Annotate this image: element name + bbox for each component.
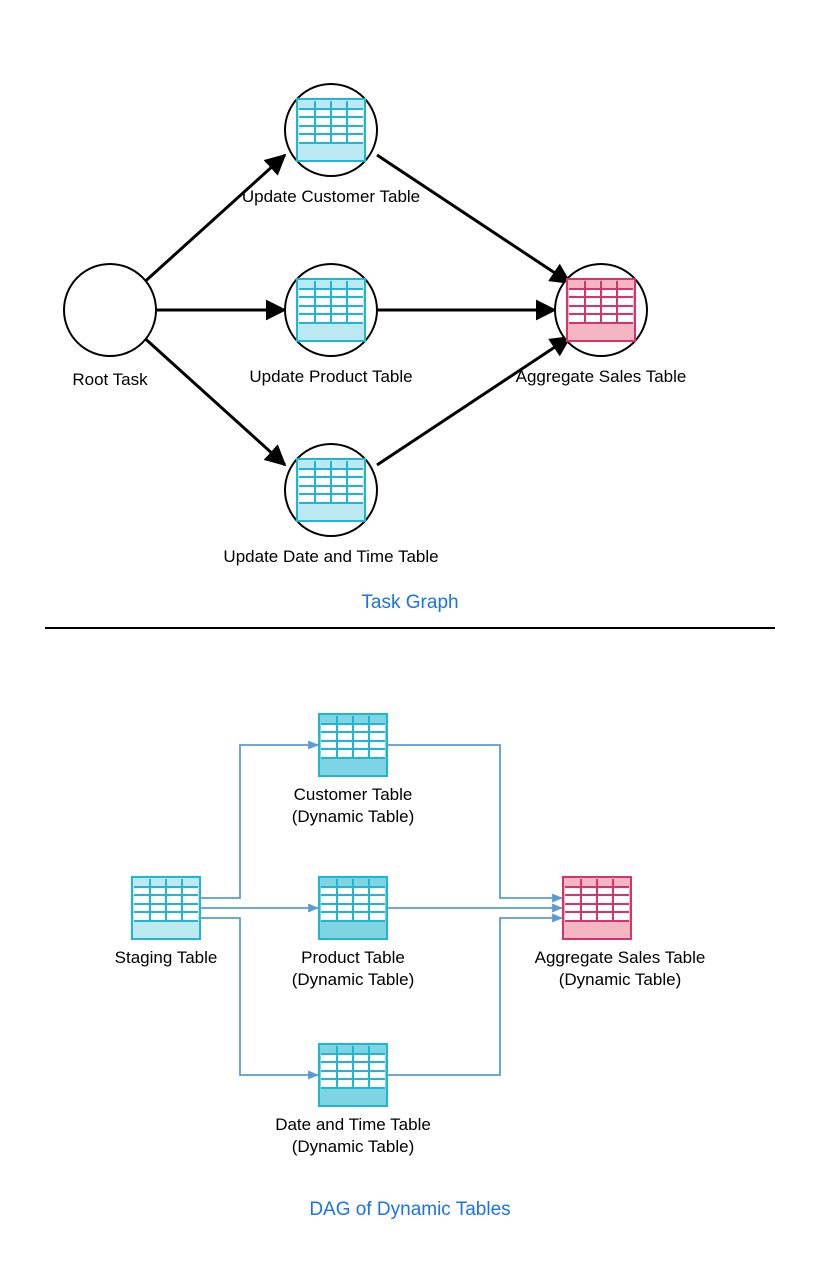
customer-label-1: Customer Table bbox=[294, 785, 413, 804]
table-icon bbox=[319, 1044, 387, 1106]
product-label-2: (Dynamic Table) bbox=[292, 970, 415, 989]
edge-customer-agg bbox=[377, 155, 570, 283]
diagram-canvas: Root Task Update Customer Table Update P… bbox=[0, 0, 821, 1265]
update-datetime-label: Update Date and Time Table bbox=[223, 547, 438, 566]
dag-title: DAG of Dynamic Tables bbox=[309, 1199, 510, 1220]
table-icon bbox=[297, 279, 365, 341]
node-staging-table: Staging Table bbox=[115, 877, 218, 967]
dag-section: Staging Table Customer Table (Dynamic Ta… bbox=[115, 714, 706, 1220]
task-graph-title: Task Graph bbox=[361, 592, 458, 613]
root-task-circle bbox=[64, 264, 156, 356]
datetime-label-2: (Dynamic Table) bbox=[292, 1137, 415, 1156]
node-customer-dynamic: Customer Table (Dynamic Table) bbox=[292, 714, 415, 826]
datetime-label-1: Date and Time Table bbox=[275, 1115, 431, 1134]
node-aggregate-dynamic: Aggregate Sales Table (Dynamic Table) bbox=[535, 877, 706, 989]
edge-root-customer bbox=[140, 155, 285, 286]
table-icon bbox=[563, 877, 631, 939]
edge-datetime-agg bbox=[388, 918, 562, 1075]
table-icon bbox=[319, 877, 387, 939]
node-root-task: Root Task bbox=[64, 264, 156, 389]
edge-root-datetime bbox=[140, 334, 285, 465]
staging-label: Staging Table bbox=[115, 948, 218, 967]
edge-staging-datetime bbox=[200, 918, 318, 1075]
table-icon bbox=[297, 459, 365, 521]
table-icon bbox=[319, 714, 387, 776]
edge-datetime-agg bbox=[377, 337, 570, 465]
customer-label-2: (Dynamic Table) bbox=[292, 807, 415, 826]
agg-label-1: Aggregate Sales Table bbox=[535, 948, 706, 967]
node-product-dynamic: Product Table (Dynamic Table) bbox=[292, 877, 415, 989]
node-update-datetime: Update Date and Time Table bbox=[223, 444, 438, 566]
table-icon bbox=[297, 99, 365, 161]
update-product-label: Update Product Table bbox=[249, 367, 412, 386]
table-icon bbox=[132, 877, 200, 939]
node-datetime-dynamic: Date and Time Table (Dynamic Table) bbox=[275, 1044, 431, 1156]
task-graph-section: Root Task Update Customer Table Update P… bbox=[64, 84, 686, 613]
agg-label-2: (Dynamic Table) bbox=[559, 970, 682, 989]
table-icon bbox=[567, 279, 635, 341]
node-aggregate-sales: Aggregate Sales Table bbox=[516, 264, 687, 386]
update-customer-label: Update Customer Table bbox=[242, 187, 420, 206]
root-task-label: Root Task bbox=[72, 370, 148, 389]
product-label-1: Product Table bbox=[301, 948, 405, 967]
node-update-product: Update Product Table bbox=[249, 264, 412, 386]
aggregate-sales-label: Aggregate Sales Table bbox=[516, 367, 687, 386]
node-update-customer: Update Customer Table bbox=[242, 84, 420, 206]
